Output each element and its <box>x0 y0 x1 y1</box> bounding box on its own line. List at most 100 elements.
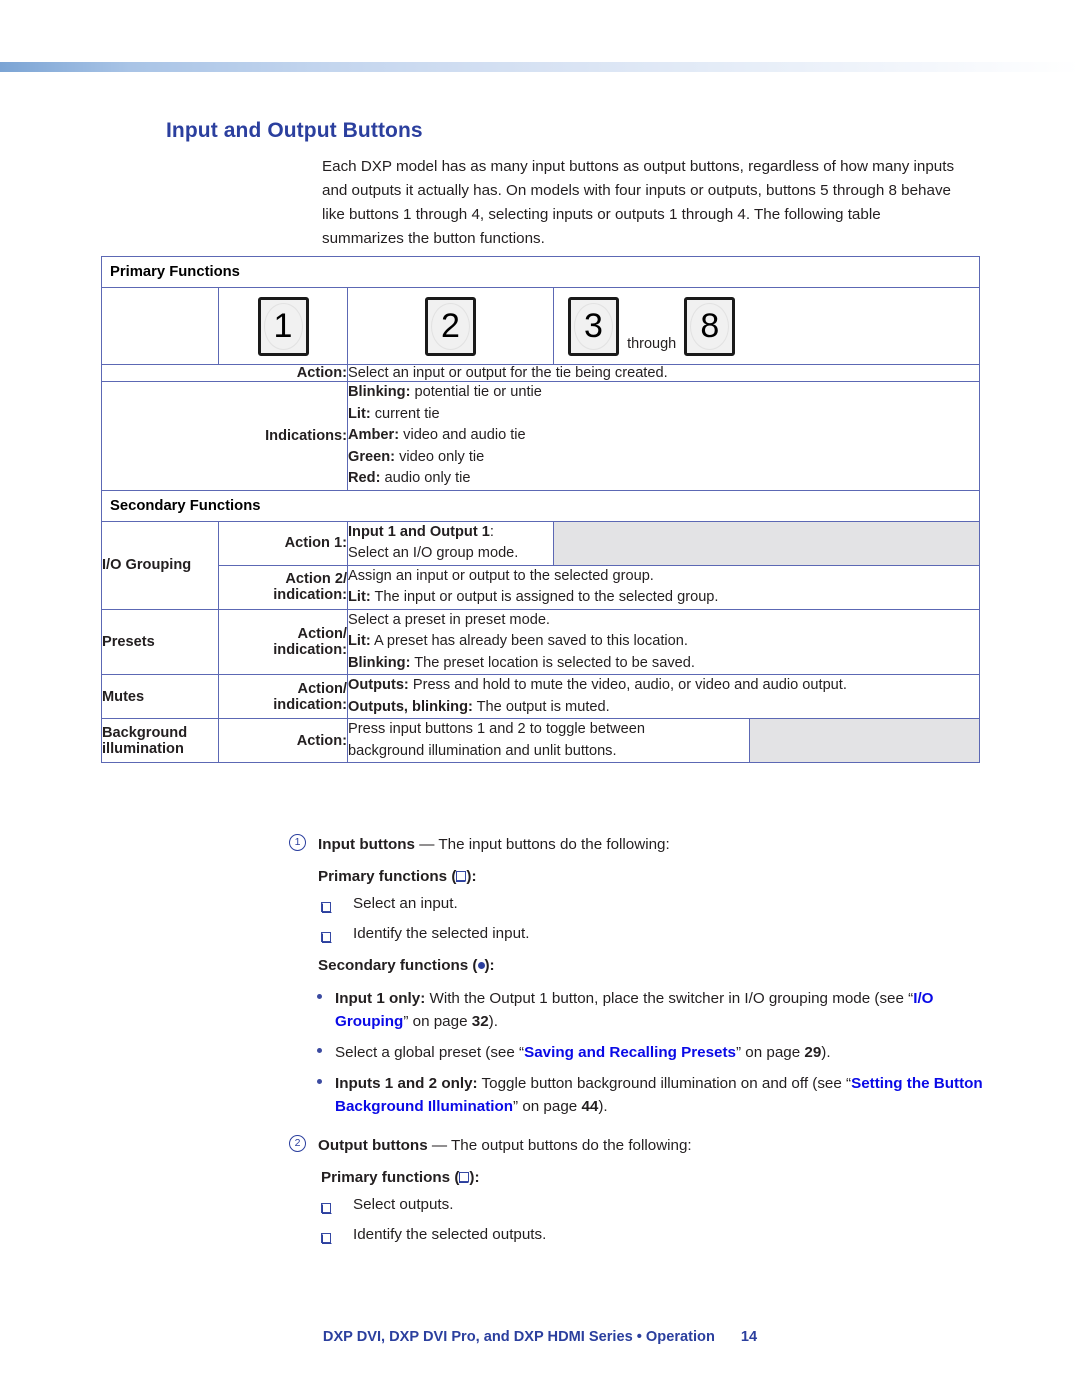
mutes-label-line1: Action/ <box>297 680 347 697</box>
secondary-item-text-1: Select a global preset (see “ <box>335 1044 525 1061</box>
list-item-label: Identify the selected outputs. <box>353 1226 547 1243</box>
header-gradient-rule <box>0 62 1080 72</box>
square-bullet-glyph <box>321 902 332 913</box>
list-item: Inputs 1 and 2 only: Toggle button backg… <box>289 1072 989 1118</box>
footer-title: DXP DVI, DXP DVI Pro, and DXP HDMI Serie… <box>322 1329 715 1345</box>
square-bullet-icon <box>455 871 467 882</box>
action-label: Action: <box>101 364 348 382</box>
io-grouping-action1-head: Input 1 and Output 1: <box>348 522 553 544</box>
indication-value: video only tie <box>395 448 485 465</box>
indication-key: Red: <box>348 470 381 486</box>
table-row: Secondary Functions <box>100 489 981 522</box>
mutes-action-label: Action/ indication: <box>218 674 348 719</box>
mutes-line2-value: The output is muted. <box>472 698 610 715</box>
list-item: Input 1 only: With the Output 1 button, … <box>289 987 989 1033</box>
list-item: Select a global preset (see “Saving and … <box>289 1041 989 1064</box>
indication-value: potential tie or untie <box>410 384 542 400</box>
button-1-cell: 1 <box>218 287 348 365</box>
secondary-item-text-2: ” on page <box>403 1013 472 1030</box>
device-button-2: 2 <box>425 296 476 356</box>
note-2-dash: — <box>427 1137 452 1154</box>
indication-key: Amber: <box>348 427 400 443</box>
button-2-cell: 2 <box>347 287 554 365</box>
note-2-head: Output buttons — The output buttons do t… <box>289 1137 692 1154</box>
button-functions-table: Primary Functions 1 2 3 through 8 Action… <box>100 256 981 763</box>
secondary-item-text-1: Toggle button background illumination on… <box>477 1075 852 1092</box>
indication-item: Blinking: potential tie or untie <box>348 382 979 404</box>
list-item-label: Identify the selected input. <box>353 925 530 942</box>
indication-key: Blinking: <box>348 384 411 400</box>
device-button-1: 1 <box>257 296 309 356</box>
square-bullet-icon <box>321 1227 332 1250</box>
io-grouping-action1-text: Input 1 and Output 1: Select an I/O grou… <box>347 520 554 566</box>
note-1-head: Input buttons — The input buttons do the… <box>289 836 670 853</box>
mutes-line2-key: Outputs, blinking: <box>348 698 473 715</box>
action-text: Select an input or output for the tie be… <box>346 364 981 382</box>
io-grouping-action1-bold: Input 1 and Output 1 <box>348 523 490 540</box>
presets-line1: Select a preset in preset mode. <box>348 611 550 628</box>
circled-number-1: 1 <box>289 834 306 851</box>
background-illumination-line2: background illumination and unlit button… <box>348 742 617 759</box>
square-bullet-icon <box>321 926 332 949</box>
note-1-dash: — <box>415 836 439 853</box>
device-button-2-label: 2 <box>441 307 460 345</box>
primary-head-pre: Primary functions ( <box>321 1169 460 1186</box>
primary-head-post: ): <box>466 868 477 885</box>
device-button-8: 8 <box>684 296 736 356</box>
footer-page-number: 14 <box>740 1329 758 1345</box>
table-row: Mutes Action/ indication: Outputs: Press… <box>101 674 981 719</box>
secondary-item-text-3: ). <box>821 1044 831 1061</box>
secondary-item-bold: Input 1 only: <box>335 990 426 1007</box>
mutes-line2: Outputs, blinking: The output is muted. <box>348 697 979 719</box>
table-row: Indications: Blinking: potential tie or … <box>101 381 981 491</box>
io-grouping-action1-colon: : <box>489 523 494 540</box>
secondary-head-post: ): <box>484 957 495 974</box>
mutes-label-line2: indication: <box>273 696 347 713</box>
device-button-8-label: 8 <box>700 307 720 345</box>
indication-value: current tie <box>370 405 440 422</box>
background-illumination-label-line2: illumination <box>102 740 184 757</box>
io-grouping-action1-label: Action 1: <box>218 520 348 566</box>
device-button-1-label: 1 <box>273 307 293 345</box>
secondary-item-text-3: ). <box>598 1098 608 1115</box>
io-grouping-action2-line2: Lit: The input or output is assigned to … <box>348 587 979 609</box>
presets-row-label: Presets <box>101 608 219 675</box>
square-bullet-icon <box>458 1172 470 1183</box>
mutes-line1: Outputs: Press and hold to mute the vide… <box>348 675 979 697</box>
io-grouping-action2-value: The input or output is assigned to the s… <box>370 589 719 605</box>
dot-bullet-icon <box>317 1048 322 1053</box>
device-button-3-label: 3 <box>584 307 603 345</box>
page-title: Input and Output Buttons <box>166 119 423 142</box>
presets-line3: Blinking: The preset location is selecte… <box>348 653 979 675</box>
background-illumination-row-label: Background illumination <box>101 718 219 763</box>
io-grouping-shaded-cell <box>552 520 981 566</box>
list-item-label: Select an input. <box>353 895 458 912</box>
presets-line3-value: The preset location is selected to be sa… <box>410 654 695 671</box>
presets-text: Select a preset in preset mode. Lit: A p… <box>346 608 981 675</box>
secondary-head-pre: Secondary functions ( <box>318 957 478 974</box>
square-bullet-glyph <box>321 1233 332 1244</box>
presets-line3-key: Blinking: <box>348 654 411 671</box>
page-reference: 29 <box>804 1044 822 1061</box>
indication-item: Lit: current tie <box>348 404 979 426</box>
cross-reference-link[interactable]: Saving and Recalling Presets <box>524 1044 736 1061</box>
table-row: Action: Select an input or output for th… <box>101 364 981 382</box>
button-3-through-8-cell: 3 through 8 <box>552 287 981 365</box>
io-grouping-action2-label: Action 2/ indication: <box>218 564 348 610</box>
indication-key: Green: <box>348 448 396 465</box>
presets-line2: Lit: A preset has already been saved to … <box>348 631 979 653</box>
indications-list: Blinking: potential tie or untie Lit: cu… <box>346 381 981 491</box>
primary-head-pre: Primary functions ( <box>318 868 457 885</box>
note-item-1: 1 Input buttons — The input buttons do t… <box>289 833 989 856</box>
empty-label-cell <box>101 287 219 365</box>
secondary-item-bold: Inputs 1 and 2 only: <box>335 1075 478 1092</box>
page-footer: DXP DVI, DXP DVI Pro, and DXP HDMI Serie… <box>0 1329 1080 1345</box>
note-1-bold: Input buttons <box>318 836 415 853</box>
background-illumination-label-line1: Background <box>102 724 188 741</box>
device-button-3: 3 <box>568 296 619 356</box>
note-2-tail: The output buttons do the following: <box>451 1137 692 1154</box>
background-illumination-line1: Press input buttons 1 and 2 to toggle be… <box>348 721 645 737</box>
background-illumination-shaded-cell <box>748 718 981 763</box>
presets-label-line1: Action/ <box>297 625 347 642</box>
note-item-2: 2 Output buttons — The output buttons do… <box>289 1134 989 1157</box>
